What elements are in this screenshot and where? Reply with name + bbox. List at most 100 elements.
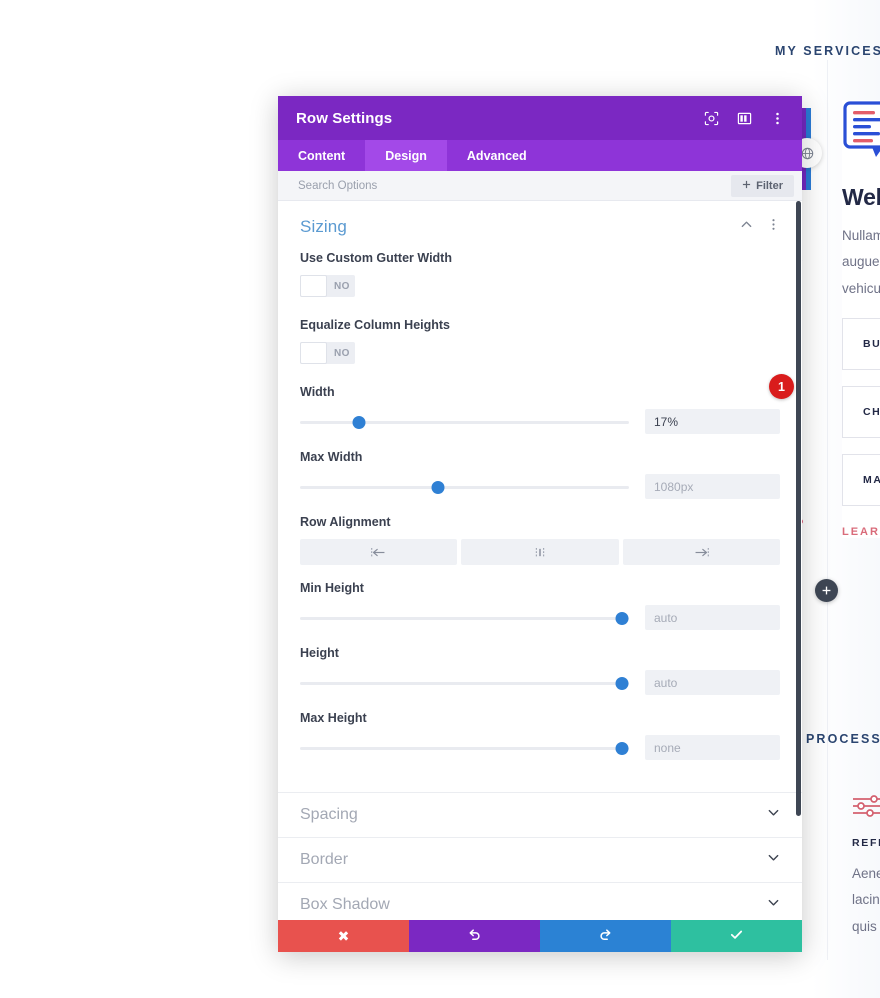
modal-body: Sizing bbox=[278, 201, 802, 920]
accordion-label: Border bbox=[300, 851, 348, 869]
service-card-title: Web bbox=[842, 184, 880, 211]
slider-track bbox=[300, 486, 629, 489]
modal-tabs[interactable]: Content Design Advanced bbox=[278, 140, 802, 171]
close-icon: ✖ bbox=[338, 928, 350, 945]
search-row[interactable]: Filter bbox=[278, 171, 802, 201]
slider-handle[interactable] bbox=[432, 481, 445, 494]
slider-handle[interactable] bbox=[353, 416, 366, 429]
slider-max-width[interactable] bbox=[300, 480, 629, 494]
undo-icon bbox=[467, 927, 482, 945]
slider-min-height[interactable] bbox=[300, 611, 629, 625]
field-label: Width bbox=[300, 385, 780, 399]
row-settings-modal[interactable]: Row Settings bbox=[278, 96, 802, 952]
modal-footer[interactable]: ✖ bbox=[278, 920, 802, 952]
accordion-label: Box Shadow bbox=[300, 896, 390, 914]
service-pill-0[interactable]: BU bbox=[842, 318, 880, 370]
field-row-alignment: Row Alignment bbox=[300, 515, 780, 565]
search-input[interactable] bbox=[298, 180, 731, 192]
sizing-title: Sizing bbox=[300, 217, 347, 237]
screen-root: MY SERVICES Web Nullam augue vehicu BU C… bbox=[0, 0, 880, 998]
layout-columns-icon[interactable] bbox=[736, 110, 753, 127]
options-scroll-area: Sizing bbox=[278, 201, 802, 920]
service-card-line-1: augue bbox=[842, 249, 880, 275]
toggle-state: NO bbox=[334, 348, 350, 359]
accordion-spacing[interactable]: Spacing bbox=[278, 793, 802, 838]
close-button[interactable]: ✖ bbox=[278, 920, 409, 952]
modal-titlebar[interactable]: Row Settings bbox=[278, 96, 802, 140]
titlebar-actions bbox=[703, 110, 786, 127]
status-badge: 1 bbox=[769, 374, 794, 399]
save-button[interactable] bbox=[671, 920, 802, 952]
plus-icon bbox=[742, 180, 751, 192]
tab-design[interactable]: Design bbox=[365, 140, 447, 171]
toggle-equalize-column-heights[interactable]: NO bbox=[300, 342, 355, 364]
align-left-icon[interactable] bbox=[300, 539, 457, 565]
field-label: Height bbox=[300, 646, 780, 660]
input-min-height[interactable]: auto bbox=[645, 605, 780, 630]
services-heading: MY SERVICES bbox=[775, 44, 880, 58]
chevron-down-icon bbox=[767, 806, 780, 824]
process-label: REFIN bbox=[852, 837, 880, 849]
tab-content[interactable]: Content bbox=[278, 140, 365, 171]
chevron-down-icon bbox=[767, 896, 780, 914]
field-equalize-column-heights: Equalize Column Heights NO bbox=[300, 318, 780, 369]
add-module-button[interactable] bbox=[815, 579, 838, 602]
input-max-width[interactable]: 1080px bbox=[645, 474, 780, 499]
target-icon[interactable] bbox=[703, 110, 720, 127]
sliders-icon bbox=[852, 795, 880, 817]
modal-scrollbar[interactable] bbox=[796, 201, 801, 816]
process-line-2: quis ris bbox=[852, 914, 880, 940]
field-min-height: Min Height auto bbox=[300, 581, 780, 630]
input-height[interactable]: auto bbox=[645, 670, 780, 695]
undo-button[interactable] bbox=[409, 920, 540, 952]
more-vertical-icon[interactable] bbox=[767, 218, 780, 236]
accordion-box-shadow[interactable]: Box Shadow bbox=[278, 883, 802, 920]
page-title: Row Settings bbox=[296, 110, 392, 127]
align-right-icon[interactable] bbox=[623, 539, 780, 565]
accordion-list: Spacing Border bbox=[278, 792, 802, 920]
toggle-use-custom-gutter-width[interactable]: NO bbox=[300, 275, 355, 297]
accordion-border[interactable]: Border bbox=[278, 838, 802, 883]
field-max-height: Max Height none bbox=[300, 711, 780, 760]
toggle-state: NO bbox=[334, 281, 350, 292]
field-label: Max Height bbox=[300, 711, 780, 725]
more-vertical-icon[interactable] bbox=[769, 110, 786, 127]
slider-handle[interactable] bbox=[616, 677, 629, 690]
field-label: Max Width bbox=[300, 450, 780, 464]
field-height: Height auto bbox=[300, 646, 780, 695]
field-label: Min Height bbox=[300, 581, 780, 595]
chevron-down-icon bbox=[767, 851, 780, 869]
service-pill-1[interactable]: CH bbox=[842, 386, 880, 438]
field-max-width: Max Width 1080px bbox=[300, 450, 780, 499]
process-line-0: Aenea bbox=[852, 861, 880, 887]
slider-track bbox=[300, 747, 629, 750]
redo-button[interactable] bbox=[540, 920, 671, 952]
toggle-knob bbox=[300, 342, 327, 364]
service-card: Web Nullam augue vehicu BU CH MA LEAR bbox=[842, 100, 880, 538]
field-label: Use Custom Gutter Width bbox=[300, 251, 780, 265]
sizing-header[interactable]: Sizing bbox=[300, 217, 780, 237]
slider-height[interactable] bbox=[300, 676, 629, 690]
slider-track bbox=[300, 421, 629, 424]
row-alignment-group[interactable] bbox=[300, 539, 780, 565]
chevron-up-icon[interactable] bbox=[740, 218, 753, 236]
learn-more-link[interactable]: LEAR bbox=[842, 526, 880, 538]
accordion-label: Spacing bbox=[300, 806, 358, 824]
slider-handle[interactable] bbox=[616, 742, 629, 755]
service-card-line-2: vehicu bbox=[842, 276, 880, 302]
check-icon bbox=[729, 927, 744, 945]
slider-track bbox=[300, 682, 629, 685]
document-chat-icon bbox=[842, 100, 880, 162]
process-line-1: lacinia bbox=[852, 887, 880, 913]
input-width[interactable]: 17% bbox=[645, 409, 780, 434]
toggle-knob bbox=[300, 275, 327, 297]
field-label: Equalize Column Heights bbox=[300, 318, 780, 332]
slider-width[interactable] bbox=[300, 415, 629, 429]
filter-button[interactable]: Filter bbox=[731, 175, 794, 197]
align-center-icon[interactable] bbox=[461, 539, 618, 565]
input-max-height[interactable]: none bbox=[645, 735, 780, 760]
tab-advanced[interactable]: Advanced bbox=[447, 140, 547, 171]
slider-handle[interactable] bbox=[616, 612, 629, 625]
service-pill-2[interactable]: MA bbox=[842, 454, 880, 506]
slider-max-height[interactable] bbox=[300, 741, 629, 755]
